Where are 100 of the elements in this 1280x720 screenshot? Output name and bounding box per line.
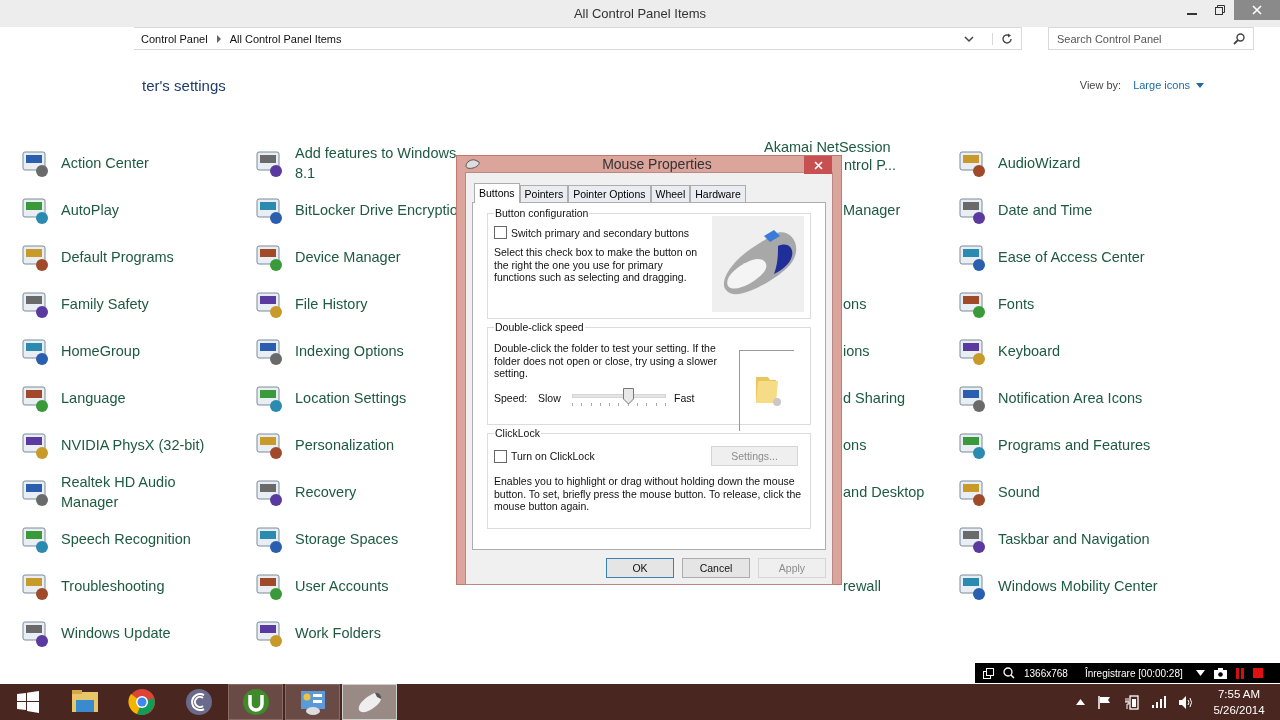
close-icon	[1252, 5, 1262, 15]
applet-link[interactable]: Personalization	[295, 434, 395, 455]
group-title: Button configuration	[494, 207, 590, 219]
applet-link[interactable]: User Accounts	[295, 575, 389, 596]
view-by-label: View by:	[1079, 79, 1122, 91]
applet-link[interactable]: Realtek HD Audio Manager	[61, 471, 236, 512]
applet-link[interactable]: Recovery	[295, 481, 357, 502]
applet-link[interactable]: Language	[61, 387, 126, 408]
fast-label: Fast	[674, 391, 695, 404]
applet-link[interactable]: Taskbar and Navigation	[998, 528, 1150, 549]
applet-link[interactable]: ons	[843, 293, 867, 314]
clock-time: 7:55 AM	[1217, 687, 1261, 702]
close-icon	[813, 160, 823, 170]
dialog-title: Mouse Properties	[602, 156, 712, 172]
restore-icon	[1215, 5, 1225, 15]
address-bar[interactable]: Control Panel All Control Panel Items	[134, 27, 1022, 50]
checkbox-label[interactable]: Switch primary and secondary buttons	[511, 226, 689, 239]
up-arrow-icon[interactable]	[1076, 699, 1085, 705]
applet-link[interactable]: Speech Recognition	[61, 528, 191, 549]
page-heading: ter's settings	[142, 76, 226, 94]
chevron-icon	[215, 34, 222, 43]
applet-link[interactable]: Notification Area Icons	[998, 387, 1143, 408]
applet-link[interactable]: Programs and Features	[998, 434, 1151, 455]
applet-link[interactable]: Default Programs	[61, 246, 174, 267]
breadcrumb-item[interactable]: All Control Panel Items	[229, 32, 342, 45]
close-button[interactable]	[804, 156, 832, 174]
search-field[interactable]: Search Control Panel	[1048, 27, 1254, 50]
applet-link[interactable]: ons	[843, 434, 867, 455]
applet-link[interactable]: Location Settings	[295, 387, 407, 408]
windows-icon[interactable]	[983, 667, 994, 679]
camera-icon[interactable]	[1213, 667, 1227, 679]
search-icon[interactable]	[1003, 667, 1015, 679]
stop-icon[interactable]	[1252, 668, 1263, 678]
mouse-icon	[465, 158, 481, 170]
description-text: Enables you to highlight or drag without holding down the mouse button. To set, briefly press the mouse button. To release, click the mouse button again.	[494, 475, 803, 513]
speaker-icon[interactable]	[1179, 695, 1194, 709]
tab[interactable]: Pointer Options	[568, 185, 651, 202]
recording-status: Înregistrare [00:00:28]	[1084, 667, 1183, 679]
swirl-icon	[183, 688, 214, 716]
taskbar-button[interactable]	[228, 684, 283, 720]
windows-logo-icon	[16, 691, 39, 713]
battery-icon[interactable]	[1125, 694, 1139, 710]
taskbar-button[interactable]	[285, 684, 340, 720]
description-text: Select this check box to make the button on the right the one you use for primary functions such as selecting and dragging.	[494, 246, 699, 284]
applet-link[interactable]: Keyboard	[998, 340, 1061, 361]
tab[interactable]: Pointers	[519, 185, 569, 202]
breadcrumb-item[interactable]: Control Panel	[141, 32, 208, 45]
applet-link[interactable]: Work Folders	[295, 622, 381, 643]
dialog-button[interactable]: Cancel	[682, 558, 750, 578]
applet-link[interactable]: Fonts	[998, 293, 1035, 314]
flag-icon[interactable]	[1098, 695, 1112, 709]
applet-link[interactable]: Indexing Options	[295, 340, 404, 361]
applet-link[interactable]: BitLocker Drive Encryptio	[295, 199, 458, 220]
applet-link[interactable]: Family Safety	[61, 293, 149, 314]
view-by-dropdown[interactable]: Large icons	[1133, 79, 1204, 91]
folder-icon	[753, 375, 781, 407]
pause-icon[interactable]	[1235, 667, 1244, 679]
applet-link[interactable]: d Sharing	[843, 387, 906, 408]
dropdown-icon[interactable]	[964, 34, 974, 43]
minimize-icon	[1187, 13, 1197, 15]
applet-link[interactable]: Windows Mobility Center	[998, 575, 1158, 596]
dropdown-icon[interactable]	[1195, 670, 1205, 676]
applet-link[interactable]: and Desktop	[843, 481, 925, 502]
applet-link[interactable]: Action Center	[61, 152, 149, 173]
u-logo-icon	[240, 688, 271, 716]
applet-link[interactable]: ntrol P...	[844, 155, 897, 174]
applet-link[interactable]: Akamai NetSession	[764, 137, 897, 156]
applet-link[interactable]: Windows Update	[61, 622, 171, 643]
checkbox-label[interactable]: Turn on ClickLock	[511, 450, 595, 462]
caret-icon	[1196, 82, 1204, 88]
applet-link[interactable]: NVIDIA PhysX (32-bit)	[61, 434, 205, 455]
applet-link[interactable]: HomeGroup	[61, 340, 140, 361]
applet-link[interactable]: ions	[843, 340, 870, 361]
clock[interactable]: 7:55 AM 5/26/2014	[1208, 686, 1270, 718]
test-area[interactable]	[739, 350, 794, 431]
speed-slider[interactable]	[572, 387, 666, 408]
applet-link[interactable]: Ease of Access Center	[998, 246, 1145, 267]
checkbox[interactable]	[494, 449, 507, 463]
applet-link[interactable]: Sound	[998, 481, 1040, 502]
speed-label: Speed:	[494, 391, 529, 404]
tab[interactable]: Wheel	[650, 185, 691, 202]
slider-thumb[interactable]	[623, 387, 635, 405]
dialog-button[interactable]: OK	[606, 558, 674, 578]
tab[interactable]: Hardware	[690, 185, 746, 202]
signal-icon[interactable]	[1152, 696, 1166, 708]
resolution-text: 1366x768	[1024, 667, 1068, 679]
applet-link[interactable]: Storage Spaces	[295, 528, 399, 549]
description-text: Double-click the folder to test your setting. If the folder does not open or close, try using a slower setting.	[494, 342, 718, 380]
applet-link[interactable]: AutoPlay	[61, 199, 120, 220]
applet-link[interactable]: AudioWizard	[998, 152, 1081, 173]
applet-link[interactable]: Troubleshooting	[61, 575, 165, 596]
checkbox[interactable]	[494, 226, 507, 239]
browser-icon	[126, 688, 157, 716]
applet-link[interactable]: Date and Time	[998, 199, 1093, 220]
applet-link[interactable]: Manager	[843, 199, 901, 220]
applet-link[interactable]: File History	[295, 293, 368, 314]
applet-link[interactable]: rewall	[843, 575, 881, 596]
tab[interactable]: Buttons	[474, 183, 520, 203]
applet-link[interactable]: Device Manager	[295, 246, 401, 267]
group-title: Double-click speed	[494, 321, 585, 333]
